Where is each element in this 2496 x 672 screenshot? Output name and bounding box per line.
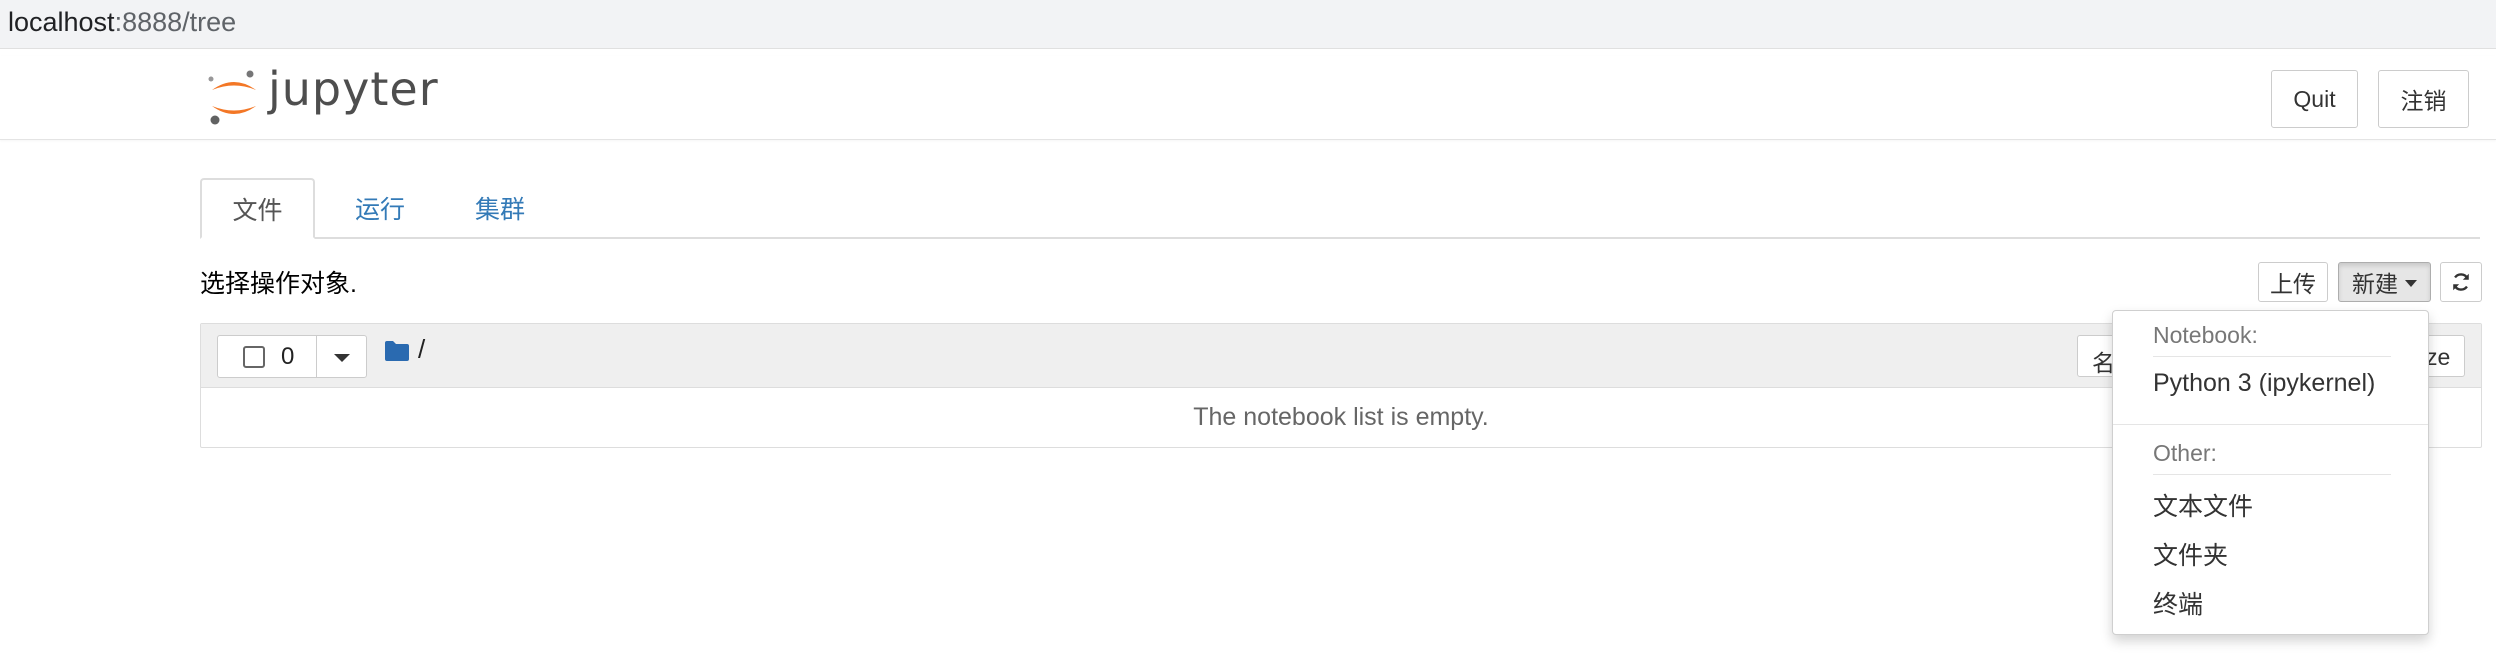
tab-files[interactable]: 文件 xyxy=(200,178,315,239)
url-host: localhost xyxy=(8,7,115,37)
browser-address-bar[interactable]: localhost:8888/tree xyxy=(0,0,2496,49)
menu-item-folder[interactable]: 文件夹 xyxy=(2153,536,2228,572)
new-dropdown-menu: Notebook: Python 3 (ipykernel) Other: 文本… xyxy=(2112,310,2429,635)
menu-item-terminal[interactable]: 终端 xyxy=(2153,585,2203,621)
folder-icon[interactable] xyxy=(384,340,410,362)
jupyter-header: jupyter Quit 注销 xyxy=(0,56,2496,140)
jupyter-logo-text[interactable]: jupyter xyxy=(268,62,439,116)
quit-button[interactable]: Quit xyxy=(2271,70,2358,128)
selected-count: 0 xyxy=(281,343,295,370)
refresh-button[interactable] xyxy=(2440,262,2482,302)
jupyter-logo-icon[interactable] xyxy=(206,68,262,128)
select-action-text: 选择操作对象. xyxy=(200,270,357,298)
caret-down-icon xyxy=(2405,280,2417,287)
breadcrumb-root[interactable]: / xyxy=(418,334,425,365)
url-text[interactable]: localhost:8888/tree xyxy=(8,7,236,38)
select-all-group: 0 xyxy=(217,335,367,378)
other-header-rule xyxy=(2153,474,2391,475)
new-button-label: 新建 xyxy=(2352,271,2398,297)
refresh-icon xyxy=(2453,273,2469,291)
select-menu-caret-icon[interactable] xyxy=(334,354,350,362)
tab-clusters[interactable]: 集群 xyxy=(450,178,550,238)
logout-button[interactable]: 注销 xyxy=(2378,70,2469,128)
upload-button[interactable]: 上传 xyxy=(2258,262,2328,302)
select-divider xyxy=(316,336,317,377)
new-dropdown-button[interactable]: 新建 xyxy=(2338,262,2431,302)
tab-running[interactable]: 运行 xyxy=(330,178,430,238)
select-all-checkbox[interactable] xyxy=(243,346,265,368)
notebook-header-rule xyxy=(2153,356,2391,357)
other-section-header: Other: xyxy=(2153,440,2217,466)
url-path: :8888/tree xyxy=(114,7,237,37)
menu-item-text-file[interactable]: 文本文件 xyxy=(2153,487,2253,523)
menu-item-python3[interactable]: Python 3 (ipykernel) xyxy=(2153,369,2375,398)
menu-divider xyxy=(2113,424,2428,425)
notebook-section-header: Notebook: xyxy=(2153,322,2258,348)
